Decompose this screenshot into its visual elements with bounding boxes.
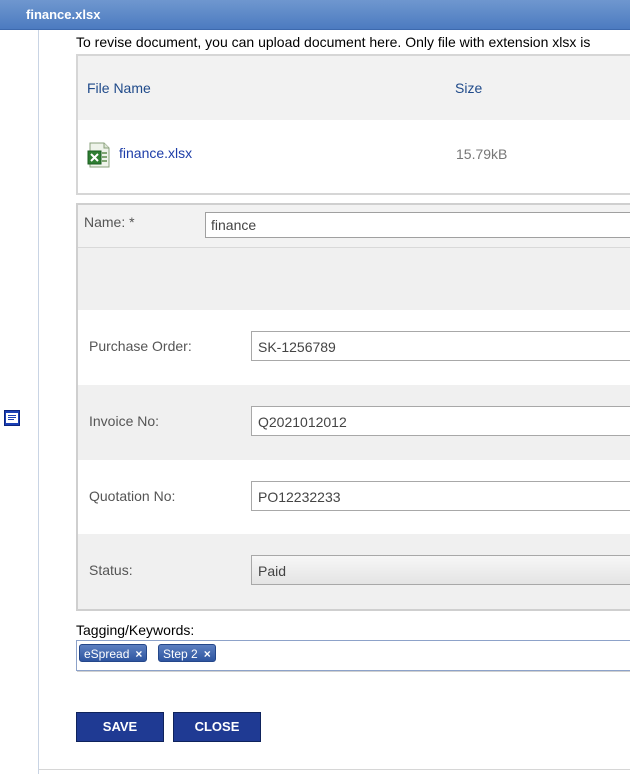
purchase-order-label: Purchase Order: — [89, 338, 192, 354]
tag-chip: eSpread × — [79, 644, 148, 662]
left-sidebar — [0, 30, 39, 774]
name-row: Name: * — [78, 205, 630, 248]
status-row: Status: Paid — [78, 534, 630, 609]
save-button[interactable]: SAVE — [76, 712, 164, 742]
invoice-label: Invoice No: — [89, 413, 160, 429]
close-button[interactable]: CLOSE — [173, 712, 261, 742]
purchase-order-row: Purchase Order: SK-1256789 — [78, 310, 630, 385]
tags-input[interactable]: eSpread × Step 2 × — [76, 640, 630, 672]
window-title: finance.xlsx — [26, 7, 101, 22]
column-header-file-name: File Name — [87, 80, 151, 96]
files-table-header: File Name Size — [78, 56, 630, 120]
quotation-input[interactable]: PO12232233 — [251, 481, 630, 511]
remove-tag-icon[interactable]: × — [204, 647, 211, 661]
tag-chip: Step 2 × — [158, 644, 216, 662]
blank-row — [78, 248, 630, 310]
status-label: Status: — [89, 562, 133, 578]
excel-file-icon — [87, 142, 110, 168]
files-table: File Name Size finance.xlsx 15.79kB — [76, 54, 630, 195]
dialog-content: To revise document, you can upload docum… — [39, 30, 630, 774]
purchase-order-input[interactable]: SK-1256789 — [251, 331, 630, 361]
metadata-form: Name: * Purchase Order: SK-1256789 Invoi… — [76, 203, 630, 611]
column-header-size: Size — [455, 80, 483, 96]
comment-icon[interactable] — [4, 410, 20, 426]
remove-tag-icon[interactable]: × — [135, 647, 142, 661]
quotation-row: Quotation No: PO12232233 — [78, 460, 630, 535]
invoice-input[interactable]: Q2021012012 — [251, 406, 630, 436]
window-titlebar: finance.xlsx — [0, 0, 630, 30]
file-size: 15.79kB — [456, 146, 508, 162]
tagging-label: Tagging/Keywords: — [76, 622, 195, 638]
upload-notice: To revise document, you can upload docum… — [76, 34, 591, 50]
tag-label: Step 2 — [163, 647, 198, 661]
status-select[interactable]: Paid — [251, 555, 630, 585]
name-input[interactable] — [205, 212, 630, 238]
quotation-label: Quotation No: — [89, 488, 176, 504]
tag-label: eSpread — [84, 647, 130, 661]
divider — [77, 671, 630, 672]
file-name-link[interactable]: finance.xlsx — [119, 145, 192, 161]
invoice-row: Invoice No: Q2021012012 — [78, 385, 630, 460]
divider — [39, 769, 630, 770]
name-label: Name: * — [84, 214, 135, 230]
